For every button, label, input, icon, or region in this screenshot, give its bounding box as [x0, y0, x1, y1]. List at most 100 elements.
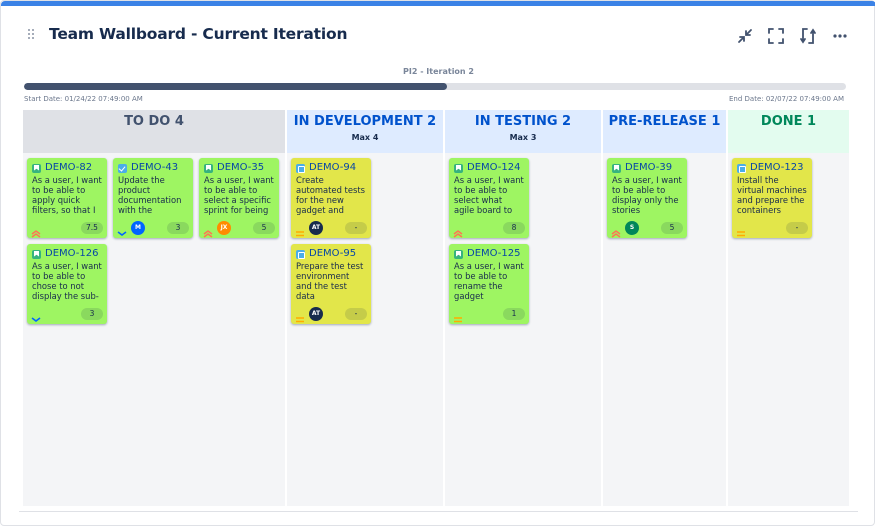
end-date: End Date: 02/07/22 07:49:00 AM [729, 95, 844, 103]
card-footer: 7.5 [31, 221, 103, 238]
issue-card[interactable]: DEMO-125 As a user, I want to be able to … [449, 244, 529, 324]
refresh-icon[interactable] [798, 26, 818, 46]
issue-key-text: DEMO-125 [467, 248, 521, 259]
fullscreen-icon[interactable] [766, 26, 786, 46]
issue-key[interactable]: DEMO-82 [32, 162, 103, 174]
story-icon [454, 163, 463, 173]
issue-key-text: DEMO-43 [131, 162, 179, 173]
issue-card[interactable]: DEMO-82 As a user, I want to be able to a… [27, 158, 107, 238]
story-points-badge: 3 [167, 222, 189, 234]
subtask-icon [296, 163, 305, 173]
column-header: IN DEVELOPMENT 2 Max 4 [287, 110, 443, 153]
assignee-avatar[interactable]: M [131, 221, 145, 235]
column-title: TO DO 4 [124, 114, 184, 129]
priority-medium-icon [736, 223, 746, 237]
issue-summary: As a user, I want to be able to rename t… [454, 261, 524, 301]
issue-key-text: DEMO-39 [625, 162, 673, 173]
issue-summary: As a user, I want to be able to apply qu… [32, 175, 102, 215]
issue-card[interactable]: DEMO-43 Update the product documentation … [113, 158, 193, 238]
issue-key[interactable]: DEMO-124 [454, 162, 525, 174]
issue-key-text: DEMO-94 [309, 162, 357, 173]
subtask-icon [737, 163, 746, 173]
assignee-avatar[interactable]: S [625, 221, 639, 235]
card-footer: 1 [453, 307, 525, 323]
card-footer: 3 [31, 307, 103, 322]
start-date: Start Date: 01/24/22 07:49:00 AM [24, 95, 143, 103]
priority-high-icon [203, 223, 213, 238]
issue-card[interactable]: DEMO-123 Install the virtual machines and… [732, 158, 812, 238]
issue-summary: As a user, I want to be able to select w… [454, 175, 524, 215]
story-icon [32, 249, 41, 259]
priority-medium-icon [295, 309, 305, 323]
issue-summary: Update the product documentation with th… [118, 175, 182, 215]
card-footer: 8 [453, 221, 525, 238]
issue-key-text: DEMO-123 [750, 162, 804, 173]
card-footer: S5 [611, 221, 683, 238]
issue-summary: Install the virtual machines and prepare… [737, 175, 807, 215]
column-pre-release: PRE-RELEASE 1 DEMO-39 As a user, I want to… [603, 110, 726, 506]
issue-key[interactable]: DEMO-94 [296, 162, 367, 174]
column-in-testing: IN TESTING 2 Max 3 DEMO-124 As a user, I wa… [445, 110, 601, 506]
priority-medium-icon [295, 223, 305, 237]
column-header: DONE 1 [728, 110, 849, 153]
iteration-progress-bar [24, 83, 846, 90]
issue-key[interactable]: DEMO-123 [737, 162, 808, 174]
more-icon[interactable] [830, 26, 850, 46]
minimize-icon[interactable] [735, 26, 755, 46]
story-points-badge: 5 [253, 222, 275, 234]
story-icon [32, 163, 41, 173]
card-footer: M3 [117, 221, 189, 236]
issue-card[interactable]: DEMO-126 As a user, I want to be able to … [27, 244, 107, 324]
card-footer: - [736, 221, 808, 237]
issue-card[interactable]: DEMO-39 As a user, I want to be able to d… [607, 158, 687, 238]
iteration-progress-fill [24, 83, 448, 90]
column-header: TO DO 4 [23, 110, 285, 153]
assignee-avatar[interactable]: JX [217, 221, 231, 235]
assignee-avatar[interactable]: AT [309, 221, 323, 235]
subtask-icon [296, 249, 305, 259]
column-title: PRE-RELEASE 1 [608, 114, 721, 129]
task-icon [118, 163, 127, 173]
issue-card[interactable]: DEMO-94 Create automated tests for the ne… [291, 158, 371, 238]
issue-key-text: DEMO-35 [217, 162, 265, 173]
priority-high-icon [611, 223, 621, 238]
wallboard-gadget: Team Wallboard - Current Iteration PI2 -… [0, 0, 875, 526]
issue-card[interactable]: DEMO-35 As a user, I want to be able to s… [199, 158, 279, 238]
card-footer: AT - [295, 221, 367, 237]
drag-handle-icon[interactable] [28, 29, 38, 43]
issue-key-text: DEMO-126 [45, 248, 99, 259]
iteration-name: PI2 - Iteration 2 [403, 67, 474, 76]
assignee-avatar[interactable]: AT [309, 307, 323, 321]
issue-summary: As a user, I want to be able to display … [612, 175, 682, 215]
priority-low-icon [117, 223, 127, 236]
issue-key[interactable]: DEMO-35 [204, 162, 275, 174]
priority-high-icon [453, 223, 463, 238]
column-body: DEMO-94 Create automated tests for the ne… [287, 153, 443, 506]
page-title: Team Wallboard - Current Iteration [49, 25, 348, 43]
divider [19, 511, 858, 512]
issue-key[interactable]: DEMO-43 [118, 162, 189, 174]
story-points-badge: 8 [503, 222, 525, 234]
column-body: DEMO-124 As a user, I want to be able to … [445, 153, 601, 506]
issue-key[interactable]: DEMO-126 [32, 248, 103, 260]
column-wip-limit: Max 3 [509, 133, 537, 142]
issue-key-text: DEMO-82 [45, 162, 93, 173]
story-icon [454, 249, 463, 259]
issue-key[interactable]: DEMO-95 [296, 248, 367, 260]
priority-low-icon [31, 309, 41, 322]
priority-medium-icon [453, 309, 463, 323]
column-header: IN TESTING 2 Max 3 [445, 110, 601, 153]
story-points-badge: - [786, 222, 808, 234]
column-to-do: TO DO 4 DEMO-82 As a user, I want to be ab… [23, 110, 285, 506]
column-body: DEMO-39 As a user, I want to be able to d… [603, 153, 726, 506]
column-title: DONE 1 [760, 114, 817, 129]
issue-key[interactable]: DEMO-39 [612, 162, 683, 174]
story-points-badge: 5 [661, 222, 683, 234]
issue-card[interactable]: DEMO-95 Prepare the test environment and … [291, 244, 371, 324]
issue-card[interactable]: DEMO-124 As a user, I want to be able to … [449, 158, 529, 238]
story-points-badge: - [345, 222, 367, 234]
column-title: IN DEVELOPMENT 2 [293, 114, 437, 129]
issue-key[interactable]: DEMO-125 [454, 248, 525, 260]
issue-summary: As a user, I want to be able to select a… [204, 175, 274, 215]
column-done: DONE 1 DEMO-123 Install the virtual machin… [728, 110, 849, 506]
